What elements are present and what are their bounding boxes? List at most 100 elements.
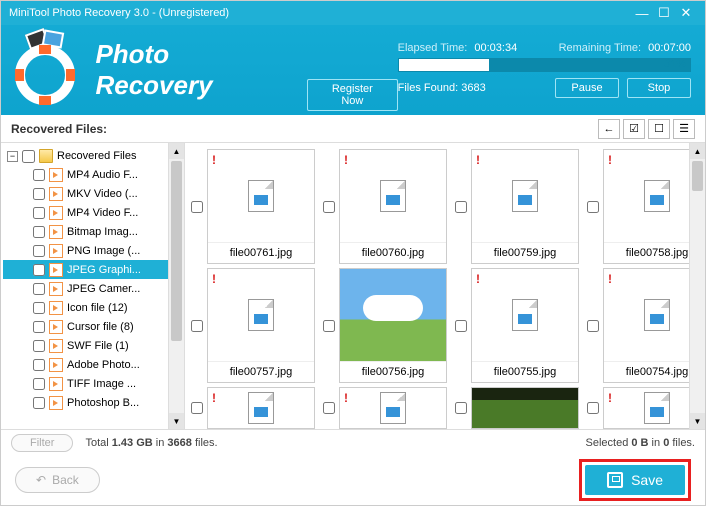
select-all-button[interactable]: ☑ <box>623 119 645 139</box>
thumbnail-cell: ! <box>191 387 315 429</box>
elapsed-value: 00:03:34 <box>474 42 517 54</box>
thumbnail-checkbox[interactable] <box>587 402 599 414</box>
grid-scrollbar[interactable]: ▲ ▼ <box>689 143 705 429</box>
tree-item[interactable]: TIFF Image ... <box>3 374 182 393</box>
tree-item[interactable]: MP4 Audio F... <box>3 165 182 184</box>
file-type-icon <box>49 396 63 410</box>
save-button[interactable]: Save <box>585 465 685 495</box>
tree-checkbox[interactable] <box>33 302 45 314</box>
file-icon <box>644 392 670 424</box>
file-type-icon <box>49 187 63 201</box>
file-icon <box>512 180 538 212</box>
tree-checkbox[interactable] <box>33 378 45 390</box>
thumbnail-checkbox[interactable] <box>455 320 467 332</box>
minimize-button[interactable]: — <box>631 6 653 21</box>
tree-item[interactable]: MKV Video (... <box>3 184 182 203</box>
close-button[interactable]: ✕ <box>675 5 697 21</box>
tree-item[interactable]: JPEG Camer... <box>3 279 182 298</box>
tree-item[interactable]: MP4 Video F... <box>3 203 182 222</box>
thumbnail-cell: !file00757.jpg <box>191 268 315 383</box>
tree-checkbox[interactable] <box>33 397 45 409</box>
tree-item[interactable]: Adobe Photo... <box>3 355 182 374</box>
list-view-button[interactable]: ☰ <box>673 119 695 139</box>
thumbnail-checkbox[interactable] <box>323 201 335 213</box>
thumbnail-preview[interactable]: ! <box>340 150 446 242</box>
tree-checkbox[interactable] <box>33 359 45 371</box>
thumbnail-preview[interactable]: ! <box>208 150 314 242</box>
tree-item-label: Icon file (12) <box>67 302 128 314</box>
remaining-label: Remaining Time: <box>559 42 642 54</box>
thumbnail-preview[interactable]: ! <box>472 269 578 361</box>
thumbnail-preview[interactable]: ! <box>340 388 446 428</box>
back-arrow-icon: ↶ <box>36 473 46 487</box>
maximize-button[interactable]: ☐ <box>653 5 675 21</box>
thumbnail-preview[interactable] <box>340 269 446 361</box>
scroll-up-icon[interactable]: ▲ <box>169 143 184 159</box>
register-button[interactable]: Register Now <box>307 79 398 111</box>
scroll-thumb[interactable] <box>692 161 703 191</box>
thumbnail-checkbox[interactable] <box>455 201 467 213</box>
deselect-all-button[interactable]: ☐ <box>648 119 670 139</box>
tree-item-label: MKV Video (... <box>67 188 138 200</box>
pause-button[interactable]: Pause <box>555 78 619 98</box>
thumbnail-filename: file00759.jpg <box>472 242 578 263</box>
filter-button[interactable]: Filter <box>11 434 73 452</box>
tree-scrollbar[interactable]: ▲ ▼ <box>168 143 184 429</box>
tree-root[interactable]: − Recovered Files <box>3 147 182 165</box>
thumbnail-checkbox[interactable] <box>323 320 335 332</box>
file-type-icon <box>49 282 63 296</box>
file-icon <box>644 180 670 212</box>
thumbnail-checkbox[interactable] <box>191 402 203 414</box>
tree-checkbox[interactable] <box>33 188 45 200</box>
thumbnail-checkbox[interactable] <box>587 201 599 213</box>
thumbnail-filename: file00760.jpg <box>340 242 446 263</box>
save-highlight: Save <box>579 459 691 501</box>
thumbnail-cell: !file00761.jpg <box>191 149 315 264</box>
tree-item[interactable]: Photoshop B... <box>3 393 182 412</box>
thumbnail-preview[interactable]: ! <box>208 269 314 361</box>
tree-checkbox[interactable] <box>33 283 45 295</box>
thumbnail-checkbox[interactable] <box>323 402 335 414</box>
scroll-up-icon[interactable]: ▲ <box>690 143 705 159</box>
file-type-icon <box>49 339 63 353</box>
thumbnail-filename: file00761.jpg <box>208 242 314 263</box>
tree-checkbox[interactable] <box>33 207 45 219</box>
file-icon <box>248 180 274 212</box>
selected-files-text: Selected 0 B in 0 files. <box>586 437 696 449</box>
thumbnail-preview[interactable]: ! <box>472 150 578 242</box>
back-nav-button[interactable]: ← <box>598 119 620 139</box>
file-type-icon <box>49 301 63 315</box>
tree-item[interactable]: JPEG Graphi... <box>3 260 182 279</box>
tree-checkbox[interactable] <box>33 321 45 333</box>
tree-item[interactable]: SWF File (1) <box>3 336 182 355</box>
tree-item-label: SWF File (1) <box>67 340 129 352</box>
tree-checkbox[interactable] <box>33 340 45 352</box>
root-checkbox[interactable] <box>22 150 35 163</box>
thumbnail-preview[interactable] <box>472 388 578 428</box>
tree-checkbox[interactable] <box>33 245 45 257</box>
tree-checkbox[interactable] <box>33 226 45 238</box>
tree-item[interactable]: Icon file (12) <box>3 298 182 317</box>
thumbnail-checkbox[interactable] <box>587 320 599 332</box>
tree-checkbox[interactable] <box>33 169 45 181</box>
thumbnail-checkbox[interactable] <box>191 201 203 213</box>
tree-item-label: MP4 Audio F... <box>67 169 138 181</box>
thumbnail-checkbox[interactable] <box>191 320 203 332</box>
scroll-down-icon[interactable]: ▼ <box>690 413 705 429</box>
thumbnail-preview[interactable]: ! <box>208 388 314 428</box>
tree-item-label: Bitmap Imag... <box>67 226 138 238</box>
back-button[interactable]: ↶ Back <box>15 467 100 493</box>
thumbnail-checkbox[interactable] <box>455 402 467 414</box>
scroll-down-icon[interactable]: ▼ <box>169 413 184 429</box>
collapse-icon[interactable]: − <box>7 151 18 162</box>
tree-item[interactable]: Bitmap Imag... <box>3 222 182 241</box>
tree-checkbox[interactable] <box>33 264 45 276</box>
stop-button[interactable]: Stop <box>627 78 691 98</box>
file-type-icon <box>49 377 63 391</box>
warning-icon: ! <box>608 153 612 167</box>
file-type-icon <box>49 358 63 372</box>
tree-item[interactable]: PNG Image (... <box>3 241 182 260</box>
tree-item[interactable]: Cursor file (8) <box>3 317 182 336</box>
file-type-icon <box>49 244 63 258</box>
scroll-thumb[interactable] <box>171 161 182 341</box>
